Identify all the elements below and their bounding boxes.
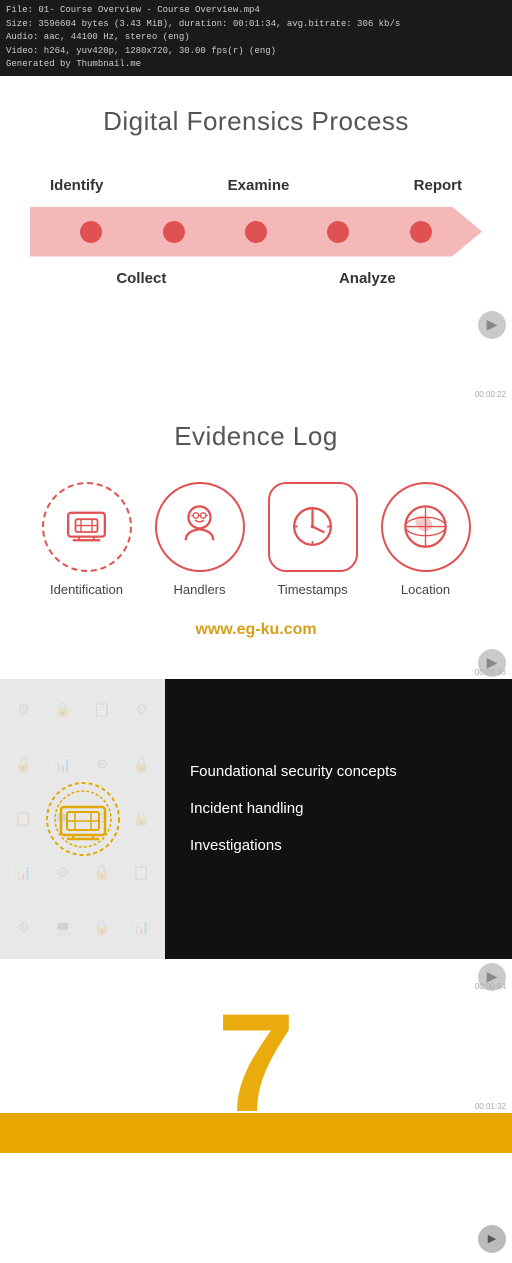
forensics-section: Digital Forensics Process Identify Exami… [0,76,512,307]
meta-bar: File: 01- Course Overview - Course Overv… [0,0,512,76]
bg-icon: 💻 [44,901,81,953]
slide4-timestamp: 00:01:32 [475,1102,506,1111]
meta-line2: Size: 3596604 bytes (3.43 MiB), duration… [6,18,506,32]
dot-4 [327,221,349,243]
security-item-2: Incident handling [190,800,487,817]
dot-2 [163,221,185,243]
identification-label: Identification [50,582,123,597]
slide5-nav-button[interactable]: ▶ [478,1225,506,1253]
meta-line3: Audio: aac, 44100 Hz, stereo (eng) [6,31,506,45]
yellow-bar [0,1113,512,1153]
arrow-container [30,202,482,262]
evidence-icons: Identification [20,482,492,597]
label-analyze: Analyze [339,270,396,287]
process-diagram: Identify Examine Report Collect Analyze [20,177,492,287]
evidence-identification: Identification [32,482,142,597]
evidence-location: Location [371,482,481,597]
evidence-handlers: Handlers [145,482,255,597]
handlers-svg [172,499,227,554]
dot-5 [410,221,432,243]
bg-icon: 🔒 [123,792,160,844]
label-report: Report [414,177,462,194]
location-label: Location [401,582,450,597]
timestamps-svg [285,499,340,554]
bg-icon: 📋 [123,847,160,899]
evidence-timestamps: Timestamps [258,482,368,597]
handlers-label: Handlers [173,582,225,597]
evidence-section: Evidence Log I [0,401,512,617]
location-icon-circle [381,482,471,572]
label-examine: Examine [228,177,290,194]
center-monitor-icon [43,779,123,859]
big-number: 7 [217,993,295,1113]
dot-3 [245,221,267,243]
dot-1 [80,221,102,243]
slide2-nav-area: ▶ [0,645,512,679]
security-right-panel: Foundational security concepts Incident … [165,679,512,959]
top-labels: Identify Examine Report [20,177,492,194]
slide3-nav-area: ▶ [0,959,512,993]
timestamps-icon-circle [268,482,358,572]
label-identify: Identify [50,177,103,194]
bg-icon: ⚙ [5,901,42,953]
security-item-1: Foundational security concepts [190,763,487,780]
empty-slide: ▶ [0,1153,512,1263]
evidence-title: Evidence Log [20,421,492,452]
forensics-slide: Digital Forensics Process Identify Exami… [0,76,512,401]
forensics-title: Digital Forensics Process [20,106,492,137]
bg-icon: 📋 [5,792,42,844]
bg-icon: 🔒 [123,738,160,790]
slide3-timestamp: 00:00:54 [475,982,506,991]
security-slide: ⚙ 🔒 📋 ⚙ 🔒 📊 ⚙ 🔒 📋 💻 ⚙ 🔒 📊 ⚙ 🔒 📋 ⚙ 💻 🔒 [0,679,512,993]
bg-icon: 🔒 [84,901,121,953]
handlers-icon-circle [155,482,245,572]
identification-icon-circle [42,482,132,572]
bg-icon: ⚙ [123,684,160,736]
slide1-nav-area: ▶ [0,307,512,341]
dots-row [30,221,482,243]
meta-line5: Generated by Thumbnail.me [6,58,506,72]
number-slide: 7 00:01:32 [0,993,512,1113]
timestamps-label: Timestamps [277,582,347,597]
bottom-labels: Collect Analyze [20,270,492,287]
slide1-nav-button[interactable]: ▶ [478,311,506,339]
bg-icon: 🔒 [5,738,42,790]
evidence-slide: Evidence Log I [0,401,512,679]
label-collect: Collect [116,270,166,287]
slide1-timestamp: 00:00:22 [475,390,506,399]
bg-icon: 📊 [123,901,160,953]
bg-icon: 📋 [84,684,121,736]
bg-icon: ⚙ [5,684,42,736]
location-svg [398,499,453,554]
security-section: ⚙ 🔒 📋 ⚙ 🔒 📊 ⚙ 🔒 📋 💻 ⚙ 🔒 📊 ⚙ 🔒 📋 ⚙ 💻 🔒 [0,679,512,959]
slide2-timestamp: 00:00:36 [475,668,506,677]
meta-line4: Video: h264, yuv420p, 1280x720, 30.00 fp… [6,45,506,59]
meta-line1: File: 01- Course Overview - Course Overv… [6,4,506,18]
security-left-panel: ⚙ 🔒 📋 ⚙ 🔒 📊 ⚙ 🔒 📋 💻 ⚙ 🔒 📊 ⚙ 🔒 📋 ⚙ 💻 🔒 [0,679,165,959]
identification-svg [59,499,114,554]
bg-icon: 🔒 [44,684,81,736]
watermark: www.eg-ku.com [0,617,512,645]
watermark-text: www.eg-ku.com [195,621,316,638]
bg-icon: 📊 [5,847,42,899]
security-item-3: Investigations [190,837,487,854]
